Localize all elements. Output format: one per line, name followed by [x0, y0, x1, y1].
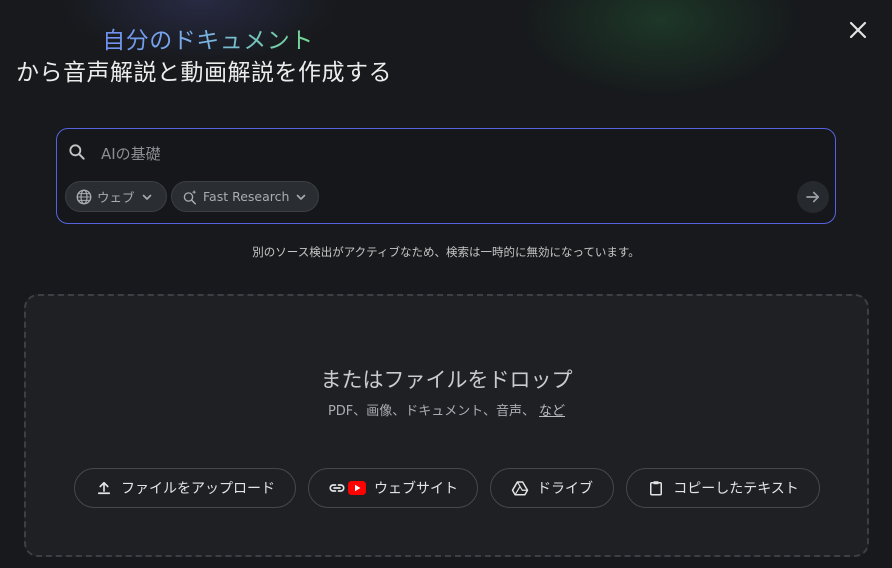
supported-formats-text: PDF、画像、ドキュメント、音声、 — [327, 404, 536, 419]
drive-button-label: ドライブ — [537, 481, 593, 497]
more-formats-link[interactable]: など — [539, 404, 565, 419]
dialog-title-highlight: 自分のドキュメント — [0, 26, 416, 56]
search-disabled-notice: 別のソース検出がアクティブなため、検索は一時的に無効になっています。 — [252, 245, 640, 259]
search-icon — [69, 144, 85, 160]
web-chip-label: ウェブ — [97, 190, 135, 205]
website-source-button[interactable]: ウェブサイト — [308, 468, 478, 508]
web-source-dropdown[interactable]: ウェブ — [65, 181, 167, 212]
copied-text-button-label: コピーしたテキスト — [673, 481, 799, 497]
submit-search-button[interactable] — [797, 181, 829, 213]
search-box: ウェブ Fast Research — [56, 128, 836, 224]
add-sources-dialog: 自分のドキュメント から音声解説と動画解説を作成する ウェブ — [0, 0, 892, 568]
youtube-icon — [348, 481, 366, 495]
globe-icon — [76, 189, 92, 204]
chevron-down-icon — [142, 194, 151, 200]
upload-file-button[interactable]: ファイルをアップロード — [74, 468, 296, 508]
drop-zone-title: またはファイルをドロップ — [320, 368, 573, 392]
drive-icon — [511, 481, 529, 496]
search-input[interactable] — [101, 142, 781, 166]
upload-icon — [97, 481, 111, 495]
upload-button-label: ファイルをアップロード — [121, 481, 275, 497]
research-chip-label: Fast Research — [203, 189, 290, 204]
file-drop-zone[interactable]: またはファイルをドロップ PDF、画像、ドキュメント、音声、 など ファイルをアッ… — [24, 294, 869, 557]
arrow-right-icon — [806, 191, 820, 203]
copied-text-button[interactable]: コピーしたテキスト — [626, 468, 820, 508]
dialog-title: から音声解説と動画解説を作成する — [16, 60, 392, 86]
close-icon — [849, 21, 867, 39]
drive-source-button[interactable]: ドライブ — [490, 468, 614, 508]
close-button[interactable] — [846, 18, 870, 42]
title-highlight-text: 自分のドキュメント — [102, 28, 314, 54]
clipboard-icon — [650, 481, 663, 496]
link-icon — [329, 484, 345, 492]
website-button-label: ウェブサイト — [374, 481, 458, 497]
drop-zone-subtitle: PDF、画像、ドキュメント、音声、 など — [26, 400, 867, 419]
research-mode-dropdown[interactable]: Fast Research — [171, 181, 319, 212]
sparkle-search-icon — [183, 189, 197, 204]
chevron-down-icon — [297, 194, 306, 200]
